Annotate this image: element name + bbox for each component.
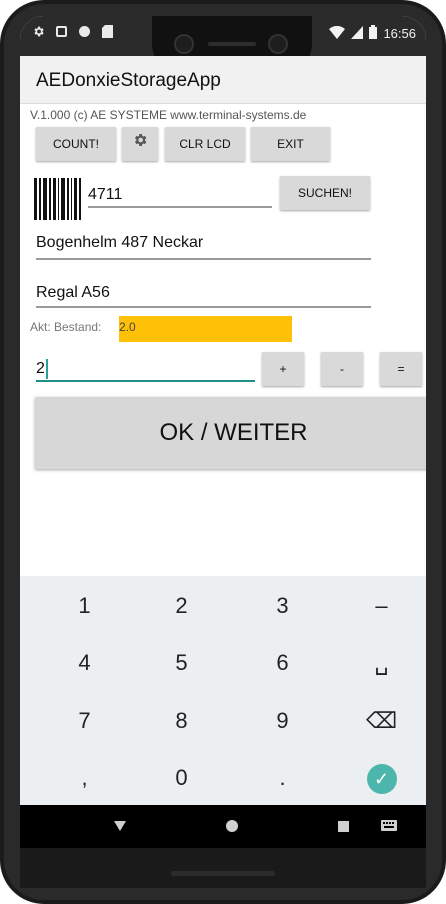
stock-value: 2.0 xyxy=(119,316,292,342)
key-comma[interactable]: , xyxy=(34,749,135,806)
a-icon xyxy=(55,25,68,38)
key-3[interactable]: 3 xyxy=(232,577,333,634)
clr-lcd-button[interactable]: CLR LCD xyxy=(165,127,245,161)
bottom-speaker-slot xyxy=(171,871,275,876)
item-name-field[interactable]: Bogenhelm 487 Neckar xyxy=(36,234,203,252)
key-dash[interactable]: – xyxy=(331,577,426,634)
exit-button[interactable]: EXIT xyxy=(251,127,330,161)
key-4[interactable]: 4 xyxy=(34,634,135,691)
back-icon[interactable] xyxy=(114,819,126,834)
item-name-underline xyxy=(36,258,371,260)
ok-weiter-button[interactable]: OK / WEITER xyxy=(35,397,426,469)
count-button[interactable]: COUNT! xyxy=(36,127,116,161)
plus-button[interactable]: + xyxy=(262,352,304,386)
earpiece-speaker xyxy=(208,42,256,46)
wifi-icon xyxy=(329,25,346,42)
settings-button[interactable] xyxy=(122,127,158,161)
key-period[interactable]: . xyxy=(232,749,333,806)
equals-button[interactable]: = xyxy=(380,352,422,386)
screen: 16:56 AEDonxieStorageApp V.1.000 (c) AE … xyxy=(20,16,426,848)
key-9[interactable]: 9 xyxy=(232,692,333,749)
text-cursor xyxy=(46,359,48,379)
key-5[interactable]: 5 xyxy=(131,634,232,691)
stock-label: Akt: Bestand: xyxy=(30,320,102,334)
gear-icon xyxy=(32,25,45,38)
backspace-key[interactable]: ⌫ xyxy=(331,692,426,749)
key-1[interactable]: 1 xyxy=(34,577,135,634)
gear-icon xyxy=(132,127,148,161)
numeric-keyboard: 1 2 3 – 4 5 6 ␣ 7 8 9 ⌫ , 0 . ✓ xyxy=(20,576,426,805)
app-bar: AEDonxieStorageApp xyxy=(20,56,426,104)
key-8[interactable]: 8 xyxy=(131,692,232,749)
battery-icon xyxy=(369,25,378,42)
quantity-input-underline xyxy=(36,380,255,382)
front-camera-icon xyxy=(268,34,288,54)
recents-icon[interactable] xyxy=(338,820,349,835)
barcode-input[interactable]: 4711 xyxy=(88,186,122,204)
key-2[interactable]: 2 xyxy=(131,577,232,634)
barcode-input-underline xyxy=(88,206,272,208)
barcode-icon xyxy=(34,178,81,220)
app-title: AEDonxieStorageApp xyxy=(36,70,221,91)
status-icons-right: 16:56 xyxy=(329,25,416,42)
keyboard-icon[interactable] xyxy=(381,819,397,834)
dot-icon xyxy=(78,25,91,38)
search-button[interactable]: SUCHEN! xyxy=(280,176,370,210)
status-time: 16:56 xyxy=(383,26,416,41)
location-underline xyxy=(36,306,371,308)
status-icons-left xyxy=(32,25,114,38)
key-6[interactable]: 6 xyxy=(232,634,333,691)
key-space[interactable]: ␣ xyxy=(331,634,426,691)
minus-button[interactable]: - xyxy=(321,352,363,386)
key-0[interactable]: 0 xyxy=(131,749,232,806)
home-icon[interactable] xyxy=(226,820,238,835)
done-key[interactable]: ✓ xyxy=(331,749,426,806)
front-camera-icon xyxy=(174,34,194,54)
quantity-input[interactable]: 2 xyxy=(36,360,45,378)
key-7[interactable]: 7 xyxy=(34,692,135,749)
version-text: V.1.000 (c) AE SYSTEME www.terminal-syst… xyxy=(30,108,307,122)
location-field[interactable]: Regal A56 xyxy=(36,284,110,302)
signal-icon xyxy=(351,25,364,42)
navigation-bar xyxy=(20,805,426,848)
checkmark-icon: ✓ xyxy=(366,764,397,795)
bottom-bezel xyxy=(20,848,426,888)
sdcard-icon xyxy=(101,25,114,38)
